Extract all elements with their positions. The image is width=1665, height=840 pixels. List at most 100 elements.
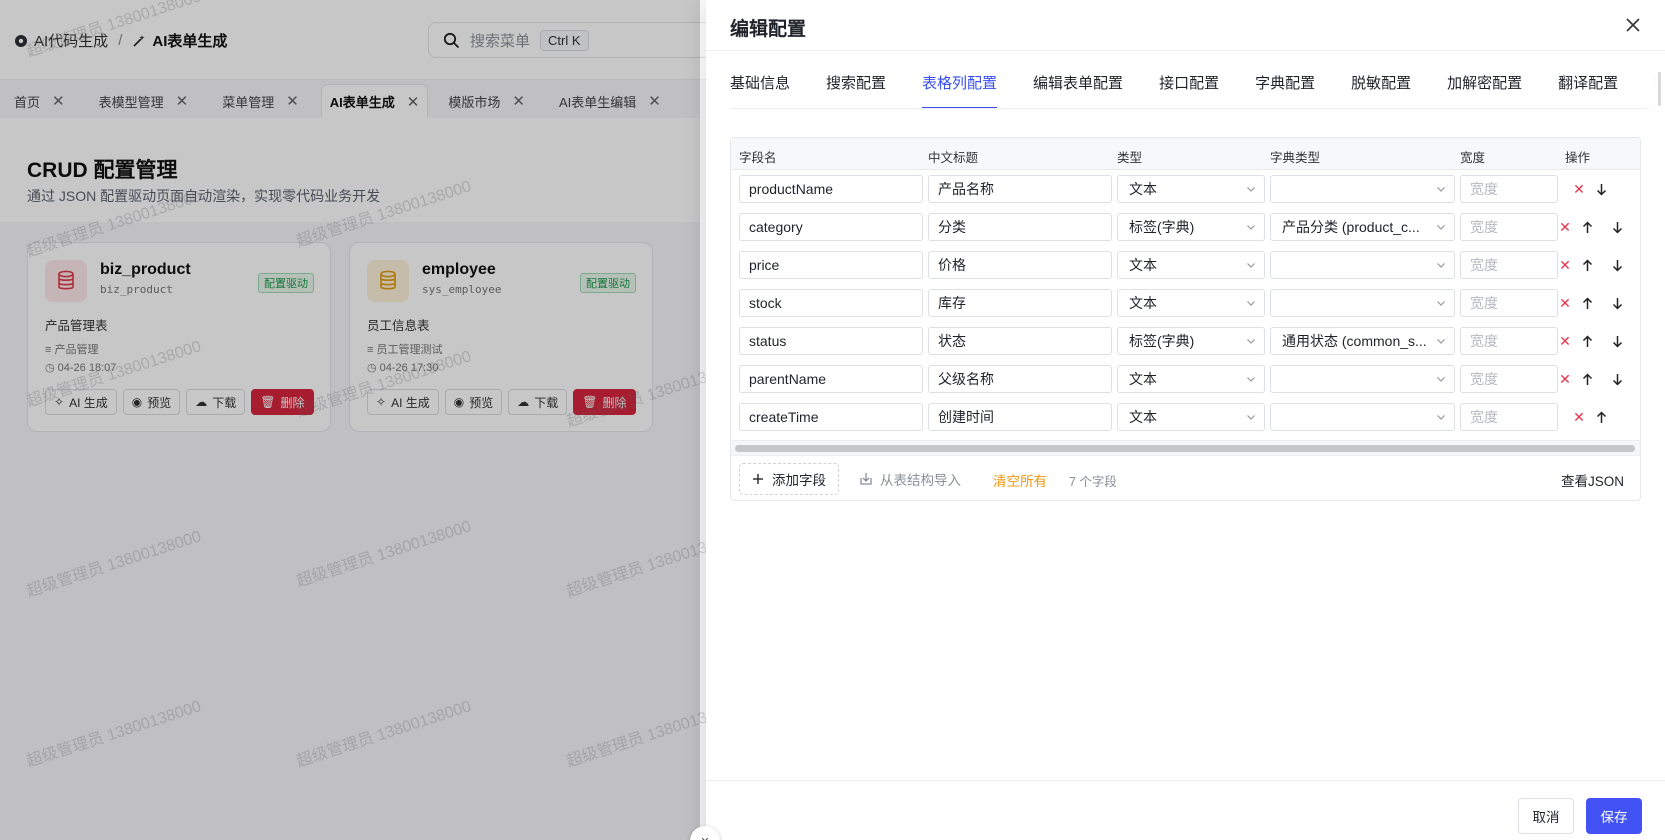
tab-encryption-config[interactable]: 加解密配置 xyxy=(1447,72,1522,108)
move-up-icon[interactable] xyxy=(1579,256,1595,274)
field-type-select[interactable]: 标签(字典) xyxy=(1117,327,1265,355)
move-up-icon[interactable] xyxy=(1579,218,1595,236)
field-count: 7 个字段 xyxy=(1069,475,1117,489)
move-down-icon[interactable] xyxy=(1609,332,1625,350)
import-icon xyxy=(860,473,872,485)
field-type-select[interactable]: 文本 xyxy=(1117,251,1265,279)
move-up-icon[interactable] xyxy=(1579,332,1595,350)
field-name-input[interactable]: productName xyxy=(739,175,923,203)
field-name-input[interactable]: category xyxy=(739,213,923,241)
horizontal-scrollbar[interactable] xyxy=(735,445,1635,452)
dict-type-select[interactable] xyxy=(1270,289,1455,317)
width-input[interactable]: 宽度 xyxy=(1460,327,1558,355)
dict-type-select[interactable] xyxy=(1270,365,1455,393)
edit-config-drawer: 编辑配置 基础信息 搜索配置 表格列配置 编辑表单配置 接口配置 字典配置 脱敏… xyxy=(706,0,1665,840)
chevron-down-icon xyxy=(1247,377,1255,382)
dict-type-select[interactable]: 通用状态 (common_s... xyxy=(1270,327,1455,355)
tabs-scrollbar[interactable] xyxy=(1643,68,1665,110)
column-header: 中文标题 xyxy=(928,151,979,165)
clear-all-button[interactable]: 清空所有 xyxy=(993,470,1047,490)
field-name-input[interactable]: parentName xyxy=(739,365,923,393)
column-config-table: 字段名 中文标题 类型 字典类型 宽度 操作 productName 产品名称 文本… xyxy=(730,137,1641,501)
drawer-title: 编辑配置 xyxy=(730,19,807,40)
chevron-down-icon xyxy=(1247,225,1255,230)
table-row: stock 库存 文本 宽度 ✕ xyxy=(731,284,1640,322)
drawer-header: 编辑配置 xyxy=(706,0,1665,51)
field-type-select[interactable]: 文本 xyxy=(1117,365,1265,393)
width-input[interactable]: 宽度 xyxy=(1460,175,1558,203)
column-header: 宽度 xyxy=(1460,151,1486,165)
view-json-button[interactable]: 查看JSON xyxy=(1561,470,1624,490)
chevron-down-icon xyxy=(1437,187,1445,192)
tab-masking-config[interactable]: 脱敏配置 xyxy=(1351,72,1411,108)
tab-translation-config[interactable]: 翻译配置 xyxy=(1558,72,1618,108)
move-down-icon[interactable] xyxy=(1593,180,1609,198)
field-name-input[interactable]: createTime xyxy=(739,403,923,431)
move-down-icon[interactable] xyxy=(1609,294,1625,312)
select-value: 标签(字典) xyxy=(1129,219,1195,235)
modal-overlay[interactable] xyxy=(0,0,700,840)
tab-edit-form[interactable]: 编辑表单配置 xyxy=(1033,72,1123,108)
move-up-icon[interactable] xyxy=(1579,370,1595,388)
tab-table-columns[interactable]: 表格列配置 xyxy=(922,72,998,108)
remove-field-button[interactable]: ✕ xyxy=(1571,408,1587,426)
tab-search-config[interactable]: 搜索配置 xyxy=(826,72,886,108)
chevron-down-icon xyxy=(1247,339,1255,344)
tab-basic-info[interactable]: 基础信息 xyxy=(730,72,790,108)
width-input[interactable]: 宽度 xyxy=(1460,403,1558,431)
column-header: 字典类型 xyxy=(1270,151,1321,165)
field-title-input[interactable]: 分类 xyxy=(928,213,1112,241)
select-value: 文本 xyxy=(1129,409,1157,425)
field-title-input[interactable]: 创建时间 xyxy=(928,403,1112,431)
move-down-icon[interactable] xyxy=(1609,256,1625,274)
remove-field-button[interactable]: ✕ xyxy=(1557,370,1573,388)
width-input[interactable]: 宽度 xyxy=(1460,289,1558,317)
width-input[interactable]: 宽度 xyxy=(1460,365,1558,393)
field-name-input[interactable]: stock xyxy=(739,289,923,317)
select-value: 产品分类 (product_c... xyxy=(1282,219,1420,235)
remove-field-button[interactable]: ✕ xyxy=(1557,256,1573,274)
close-icon[interactable] xyxy=(1621,13,1645,37)
remove-field-button[interactable]: ✕ xyxy=(1557,332,1573,350)
chevron-down-icon xyxy=(1437,415,1445,420)
chevron-down-icon xyxy=(1437,377,1445,382)
dict-type-select[interactable] xyxy=(1270,175,1455,203)
tab-dict-config[interactable]: 字典配置 xyxy=(1255,72,1315,108)
field-title-input[interactable]: 库存 xyxy=(928,289,1112,317)
chevron-down-icon xyxy=(1247,301,1255,306)
move-down-icon[interactable] xyxy=(1609,218,1625,236)
dict-type-select[interactable] xyxy=(1270,403,1455,431)
dict-type-select[interactable]: 产品分类 (product_c... xyxy=(1270,213,1455,241)
field-type-select[interactable]: 文本 xyxy=(1117,175,1265,203)
remove-field-button[interactable]: ✕ xyxy=(1557,294,1573,312)
move-up-icon[interactable] xyxy=(1593,408,1609,426)
table-row: productName 产品名称 文本 宽度 ✕ xyxy=(731,170,1640,208)
field-name-input[interactable]: status xyxy=(739,327,923,355)
drawer-footer: 取消 保存 xyxy=(706,780,1665,840)
save-button[interactable]: 保存 xyxy=(1586,798,1642,834)
field-type-select[interactable]: 文本 xyxy=(1117,403,1265,431)
width-input[interactable]: 宽度 xyxy=(1460,251,1558,279)
import-from-table-button[interactable]: 从表结构导入 xyxy=(859,469,961,489)
add-field-button[interactable]: 添加字段 xyxy=(739,463,839,495)
field-type-select[interactable]: 标签(字典) xyxy=(1117,213,1265,241)
remove-field-button[interactable]: ✕ xyxy=(1571,180,1587,198)
cancel-button[interactable]: 取消 xyxy=(1518,798,1574,834)
chevron-down-icon xyxy=(1247,187,1255,192)
move-up-icon[interactable] xyxy=(1579,294,1595,312)
move-down-icon[interactable] xyxy=(1609,370,1625,388)
dict-type-select[interactable] xyxy=(1270,251,1455,279)
field-title-input[interactable]: 价格 xyxy=(928,251,1112,279)
field-title-input[interactable]: 父级名称 xyxy=(928,365,1112,393)
tab-api-config[interactable]: 接口配置 xyxy=(1159,72,1219,108)
plus-icon xyxy=(753,474,763,484)
field-name-input[interactable]: price xyxy=(739,251,923,279)
select-value: 文本 xyxy=(1129,257,1157,273)
table-row: price 价格 文本 宽度 ✕ xyxy=(731,246,1640,284)
width-input[interactable]: 宽度 xyxy=(1460,213,1558,241)
button-label: 添加字段 xyxy=(772,473,826,488)
remove-field-button[interactable]: ✕ xyxy=(1557,218,1573,236)
field-title-input[interactable]: 产品名称 xyxy=(928,175,1112,203)
field-title-input[interactable]: 状态 xyxy=(928,327,1112,355)
field-type-select[interactable]: 文本 xyxy=(1117,289,1265,317)
